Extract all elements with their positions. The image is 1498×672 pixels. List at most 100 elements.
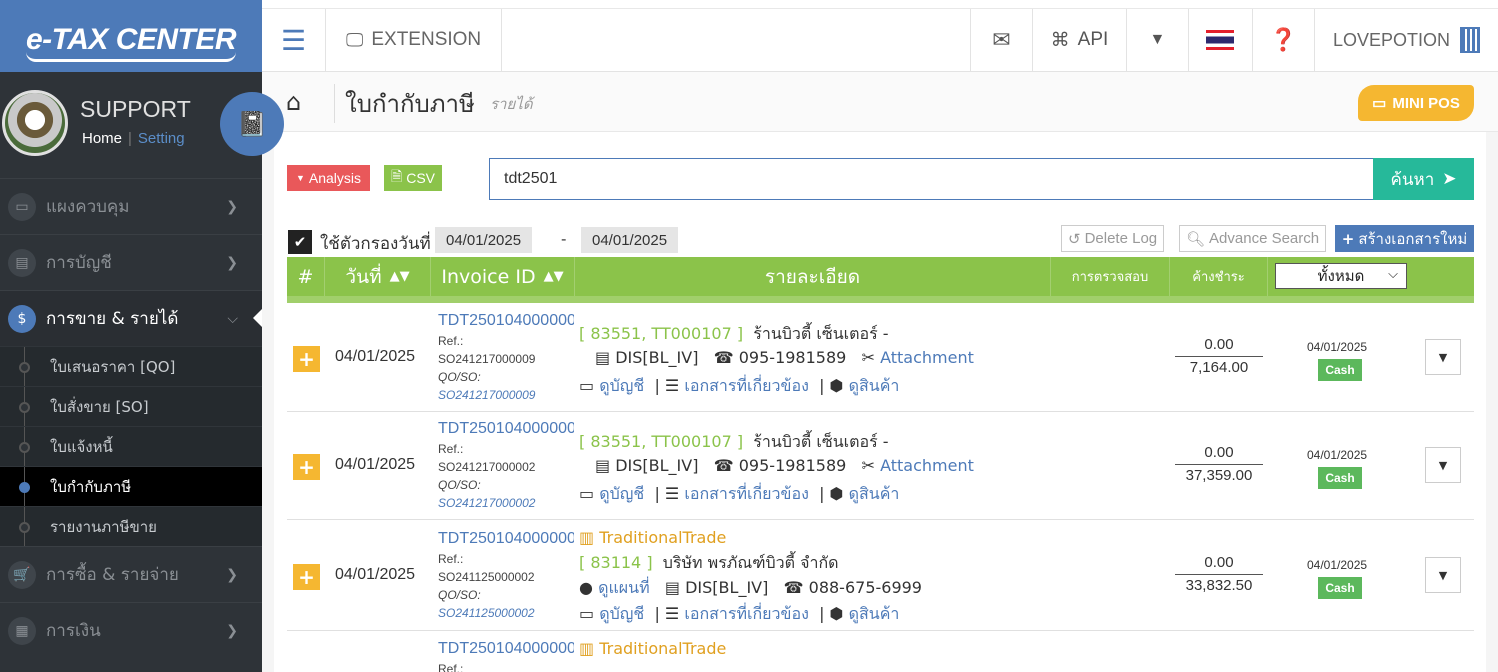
language-button[interactable] bbox=[1189, 9, 1253, 71]
status-filter-select[interactable]: ทั้งหมด ⌵ bbox=[1275, 263, 1407, 289]
expand-row-button[interactable]: + bbox=[293, 564, 320, 590]
view-account-link[interactable]: ดูบัญชี bbox=[599, 376, 644, 395]
row-date: 04/01/2025 bbox=[335, 348, 416, 365]
api-button[interactable]: ⌘ API bbox=[1033, 9, 1127, 71]
header-invoice[interactable]: Invoice ID ▲▼ bbox=[431, 257, 575, 296]
caret-down-icon: ▼ bbox=[1438, 350, 1448, 364]
company-button[interactable]: LOVEPOTION bbox=[1315, 9, 1498, 71]
profile-setting-link[interactable]: Setting bbox=[138, 130, 185, 147]
avatar[interactable] bbox=[2, 90, 68, 156]
profile-links: Home | Setting bbox=[82, 130, 185, 147]
sidebar-subitem-sales-order[interactable]: ใบสั่งขาย [SO] bbox=[0, 386, 262, 426]
analysis-label: Analysis bbox=[308, 170, 362, 186]
expand-row-button[interactable]: + bbox=[293, 454, 320, 480]
row-action-dropdown[interactable]: ▼ bbox=[1425, 339, 1461, 375]
date-from-field[interactable]: 04/01/2025 bbox=[435, 227, 533, 253]
sidebar-item-accounting[interactable]: ▤ การบัญชี ❯ bbox=[0, 234, 262, 290]
sort-icon: ▲▼ bbox=[543, 269, 564, 284]
sidebar-item-dashboard[interactable]: ▭ แผงควบคุม ❯ bbox=[0, 178, 262, 234]
manual-book-button[interactable]: 📓 bbox=[220, 92, 284, 156]
profile-home-link[interactable]: Home bbox=[82, 130, 122, 147]
row-customer-line: [ 83114 ] บริษัท พรภัณฑ์บิวตี้ จำกัด bbox=[579, 551, 839, 576]
qo-link[interactable]: SO241125000002 bbox=[438, 604, 535, 622]
status-badge: Cash bbox=[1318, 467, 1362, 489]
qo-link[interactable]: SO241217000009 bbox=[438, 386, 535, 404]
advance-search-button[interactable]: 🔍︎ Advance Search bbox=[1179, 225, 1327, 252]
sidebar-subitem-invoice[interactable]: ใบแจ้งหนี้ bbox=[0, 426, 262, 466]
timeline-dot bbox=[19, 362, 30, 373]
row-invoice-id[interactable]: TDT25010400000002 bbox=[438, 530, 574, 548]
row-invoice-id[interactable]: TDT25010400000004 bbox=[438, 312, 574, 330]
row-contact-line: ▤ DIS[BL_IV] ☎ 095-1981589 ✂ Attachment bbox=[595, 348, 974, 367]
view-map-link[interactable]: ดูแผนที่ bbox=[598, 578, 650, 597]
attachment-link[interactable]: Attachment bbox=[880, 348, 974, 367]
sidebar-subitem-label: ใบเสนอราคา [QO] bbox=[50, 357, 176, 376]
ref-label: Ref.: bbox=[438, 662, 464, 672]
header-date[interactable]: วันที่ ▲▼ bbox=[325, 257, 431, 296]
menu-toggle-button[interactable]: ☰ bbox=[262, 9, 326, 71]
related-docs-link[interactable]: เอกสารที่เกี่ยวข้อง bbox=[684, 604, 809, 623]
chevron-down-icon: ⌵ bbox=[227, 310, 238, 327]
expand-row-button[interactable]: + bbox=[293, 346, 320, 372]
help-button[interactable]: ❓ bbox=[1253, 9, 1315, 71]
delete-log-button[interactable]: ↺ Delete Log bbox=[1061, 225, 1165, 252]
sidebar-subitem-sales-tax-report[interactable]: รายงานภาษีขาย bbox=[0, 506, 262, 546]
sidebar-subitem-quotation[interactable]: ใบเสนอราคา [QO] bbox=[0, 346, 262, 386]
row-action-dropdown[interactable]: ▼ bbox=[1425, 447, 1461, 483]
row-ref: Ref.: bbox=[438, 660, 463, 672]
plug-icon: ⌘ bbox=[1050, 29, 1070, 51]
row-links-line: ▭ ดูบัญชี | ☰ เอกสารที่เกี่ยวข้อง | ⬢ ดู… bbox=[579, 604, 900, 623]
dropdown-toggle[interactable]: ▼ bbox=[1127, 9, 1189, 71]
view-account-link[interactable]: ดูบัญชี bbox=[599, 604, 644, 623]
csv-button[interactable]: 🗎 CSV bbox=[384, 165, 442, 191]
qo-link[interactable]: SO241217000002 bbox=[438, 494, 535, 512]
table-row: + 04/01/2025 TDT25010400000004 Ref.: SO2… bbox=[287, 304, 1474, 412]
create-document-button[interactable]: + สร้างเอกสารใหม่ bbox=[1335, 225, 1474, 252]
row-ref: Ref.: SO241217000002 QO/SO: SO2412170000… bbox=[438, 440, 535, 512]
chevron-down-icon: ⌵ bbox=[1388, 267, 1398, 282]
mini-pos-button[interactable]: ▭ MINI POS bbox=[1358, 85, 1474, 121]
list-icon: ☰ bbox=[664, 484, 680, 503]
view-products-link[interactable]: ดูสินค้า bbox=[849, 604, 900, 623]
timeline-dot bbox=[19, 442, 30, 453]
sidebar-item-finance[interactable]: ▦ การเงิน ❯ bbox=[0, 602, 262, 658]
search-input[interactable] bbox=[489, 158, 1374, 200]
sidebar-subitem-tax-invoice[interactable]: ใบกำกับภาษี bbox=[0, 466, 262, 506]
view-products-link[interactable]: ดูสินค้า bbox=[849, 484, 900, 503]
date-filter-checkbox[interactable]: ✔ bbox=[288, 230, 312, 254]
extension-button[interactable]: 🖵 EXTENSION bbox=[326, 9, 503, 71]
view-account-link[interactable]: ดูบัญชี bbox=[599, 484, 644, 503]
sidebar-subitem-label: ใบสั่งขาย [SO] bbox=[50, 397, 149, 416]
topbar-spacer bbox=[502, 9, 971, 71]
home-icon[interactable]: ⌂ bbox=[286, 88, 301, 116]
attachment-link[interactable]: Attachment bbox=[880, 456, 974, 475]
row-invoice-id[interactable]: TDT25010400000003 bbox=[438, 420, 574, 438]
row-action-dropdown[interactable]: ▼ bbox=[1425, 557, 1461, 593]
sidebar-item-label: การบัญชี bbox=[46, 253, 112, 273]
search-button[interactable]: ค้นหา ➤ bbox=[1373, 158, 1474, 200]
row-date: 04/01/2025 bbox=[335, 456, 416, 473]
profile-name: SUPPORT bbox=[80, 96, 191, 122]
search-button-label: ค้นหา bbox=[1390, 169, 1435, 190]
trade-type: TraditionalTrade bbox=[599, 639, 727, 658]
book-icon: ▤ bbox=[8, 248, 36, 277]
row-contact-line: ▤ DIS[BL_IV] ☎ 095-1981589 ✂ Attachment bbox=[595, 456, 974, 475]
building-icon bbox=[1460, 27, 1480, 53]
sidebar-item-sales[interactable]: $ การขาย & รายได้ ⌵ bbox=[0, 290, 262, 346]
view-products-link[interactable]: ดูสินค้า bbox=[849, 376, 900, 395]
topbar: ☰ 🖵 EXTENSION ✉ ⌘ API ▼ ❓ LOVEPOTION bbox=[262, 8, 1498, 72]
row-invoice-id[interactable]: TDT25010400000001 bbox=[438, 640, 574, 658]
chevron-right-icon: ❯ bbox=[226, 566, 238, 583]
customer-code: [ 83551, TT000107 ] bbox=[579, 324, 744, 343]
company-label: LOVEPOTION bbox=[1332, 29, 1450, 50]
date-to-field[interactable]: 04/01/2025 bbox=[581, 227, 679, 253]
chevron-right-icon: ❯ bbox=[226, 198, 238, 215]
header-num: # bbox=[287, 257, 325, 296]
app-root: e-TAX CENTER SUPPORT Home | Setting 📓 ▭ แผ… bbox=[0, 0, 1498, 672]
related-docs-link[interactable]: เอกสารที่เกี่ยวข้อง bbox=[684, 376, 809, 395]
mail-button[interactable]: ✉ bbox=[971, 9, 1033, 71]
envelope-icon: ✉ bbox=[992, 27, 1011, 52]
sidebar-item-purchases[interactable]: 🛒 การซื้อ & รายจ่าย ❯ bbox=[0, 546, 262, 602]
analysis-button[interactable]: ▼ Analysis bbox=[287, 165, 370, 191]
related-docs-link[interactable]: เอกสารที่เกี่ยวข้อง bbox=[684, 484, 809, 503]
